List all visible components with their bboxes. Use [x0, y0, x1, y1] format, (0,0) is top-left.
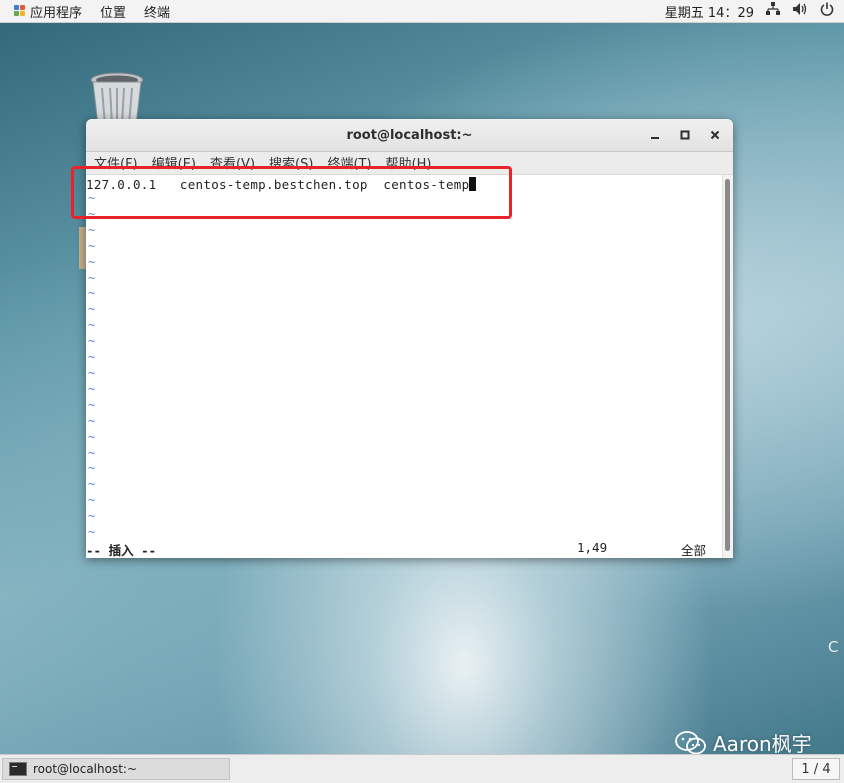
empty-line-marker: ~ — [88, 493, 96, 508]
clock[interactable]: 星期五 14：29 — [665, 2, 754, 21]
empty-line-marker: ~ — [88, 365, 96, 380]
terminal-icon — [9, 762, 27, 776]
empty-line-marker: ~ — [88, 238, 96, 253]
empty-line-marker: ~ — [88, 413, 96, 428]
empty-line-marker: ~ — [88, 254, 96, 269]
empty-line-marker: ~ — [88, 318, 96, 333]
applications-icon — [14, 5, 26, 17]
terminal-scrollbar[interactable] — [722, 175, 733, 558]
watermark: Aaron枫宇 — [675, 728, 812, 757]
places-menu[interactable]: 位置 — [96, 0, 130, 22]
places-label: 位置 — [100, 5, 127, 21]
status-position: 1,49 — [577, 540, 608, 555]
network-icon[interactable] — [766, 2, 780, 20]
empty-line-marker: ~ — [88, 477, 96, 492]
empty-line-marker: ~ — [88, 429, 96, 444]
empty-line-marker: ~ — [88, 286, 96, 301]
empty-line-marker: ~ — [88, 270, 96, 285]
empty-line-marker: ~ — [88, 381, 96, 396]
empty-line-marker: ~ — [88, 461, 96, 476]
empty-line-markers: ~ ~ ~ ~ ~ ~ ~ ~ ~ ~ ~ ~ ~ ~ ~ ~ ~ ~ ~ ~ ~ ~ — [88, 191, 95, 541]
taskbar-terminal-label: root@localhost:~ — [33, 762, 138, 776]
edge-character: C — [828, 638, 839, 656]
taskbar-terminal-item[interactable]: root@localhost:~ — [2, 758, 230, 780]
terminal-app-menu[interactable]: 终端 — [140, 0, 174, 22]
terminal-app-label: 终端 — [144, 5, 171, 21]
status-mode: -- 插入 -- — [86, 543, 157, 558]
applications-label: 应用程序 — [30, 5, 83, 21]
empty-line-marker: ~ — [88, 302, 96, 317]
vim-status-line: -- 插入 -- 1,49 全部 — [86, 540, 716, 558]
empty-line-marker: ~ — [88, 350, 96, 365]
empty-line-marker: ~ — [88, 334, 96, 349]
close-button[interactable] — [707, 127, 723, 143]
empty-line-marker: ~ — [88, 222, 96, 237]
status-scope: 全部 — [681, 543, 707, 558]
empty-line-marker: ~ — [88, 397, 96, 412]
window-title: root@localhost:~ — [346, 127, 473, 143]
window-titlebar[interactable]: root@localhost:~ — [86, 119, 733, 152]
scrollbar-thumb[interactable] — [725, 179, 730, 551]
terminal-content[interactable]: 127.0.0.1 centos-temp.bestchen.top cento… — [86, 175, 723, 558]
top-panel: 应用程序 位置 终端 星期五 14：29 — [0, 0, 844, 23]
power-icon[interactable] — [820, 2, 834, 20]
workspace-pager[interactable]: 1 / 4 — [792, 758, 840, 780]
empty-line-marker: ~ — [88, 525, 96, 540]
taskbar: root@localhost:~ 1 / 4 — [0, 754, 844, 783]
highlight-box — [71, 166, 512, 219]
desktop-side-tab — [79, 227, 86, 269]
wechat-icon — [675, 730, 706, 754]
empty-line-marker: ~ — [88, 445, 96, 460]
empty-line-marker: ~ — [88, 509, 96, 524]
watermark-text: Aaron枫宇 — [713, 732, 812, 756]
volume-icon[interactable] — [792, 2, 808, 20]
applications-menu[interactable]: 应用程序 — [10, 0, 86, 22]
minimize-button[interactable] — [647, 127, 663, 143]
trash-icon[interactable] — [88, 70, 146, 126]
maximize-button[interactable] — [677, 127, 693, 143]
